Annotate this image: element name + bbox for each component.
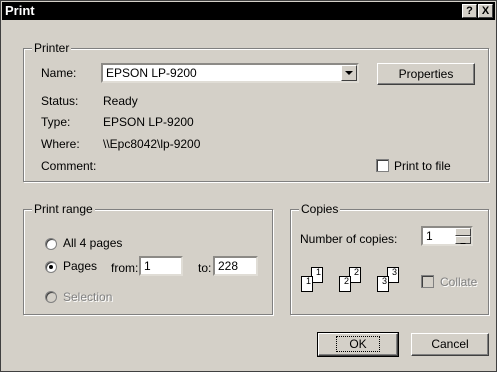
- all-pages-label[interactable]: All 4 pages: [63, 236, 122, 250]
- selection-label[interactable]: Selection: [63, 290, 112, 304]
- to-label: to:: [198, 261, 212, 275]
- collate-page-front: 1: [301, 276, 313, 292]
- type-value: EPSON LP-9200: [103, 115, 194, 129]
- number-of-copies-label: Number of copies:: [300, 232, 398, 246]
- arrow-down-icon: [460, 243, 466, 244]
- spinner-up-button[interactable]: [455, 228, 471, 239]
- radio-pages[interactable]: [45, 261, 57, 273]
- type-label: Type:: [41, 115, 71, 129]
- from-value: 1: [144, 259, 151, 273]
- title-bar[interactable]: Print ? X: [2, 2, 495, 20]
- close-button[interactable]: X: [478, 4, 493, 18]
- print-to-file-label[interactable]: Print to file: [394, 159, 451, 173]
- where-value: \\Epc8042\lp-9200: [103, 137, 201, 151]
- copies-group: Copies: [290, 202, 489, 315]
- cancel-button[interactable]: Cancel: [411, 333, 489, 356]
- printer-name-label: Name:: [41, 66, 77, 80]
- to-input[interactable]: 228: [213, 256, 258, 276]
- collate-label[interactable]: Collate: [440, 275, 477, 289]
- from-input[interactable]: 1: [139, 256, 183, 276]
- status-label: Status:: [41, 94, 79, 108]
- print-dialog: Print ? X Printer Name: EPSON LP-9200 Pr…: [0, 0, 497, 372]
- ok-button[interactable]: OK: [317, 332, 399, 357]
- printer-name-value: EPSON LP-9200: [106, 66, 197, 80]
- where-label: Where:: [41, 137, 80, 151]
- to-value: 228: [218, 259, 239, 273]
- radio-selected-dot: [49, 265, 53, 269]
- collate-page-front: 3: [377, 276, 389, 292]
- copies-group-label: Copies: [299, 202, 341, 216]
- properties-button[interactable]: Properties: [377, 63, 475, 85]
- cancel-button-label: Cancel: [431, 337, 469, 351]
- printer-name-dropdown[interactable]: EPSON LP-9200: [101, 63, 359, 83]
- printer-group-label: Printer: [32, 41, 72, 55]
- copies-spinner[interactable]: 1: [421, 226, 473, 246]
- chevron-down-icon: [345, 71, 353, 75]
- radio-all-pages[interactable]: [45, 238, 57, 250]
- comment-label: Comment:: [41, 159, 97, 173]
- radio-selection[interactable]: [45, 291, 57, 303]
- pages-label[interactable]: Pages: [63, 259, 97, 273]
- spinner-down-button[interactable]: [455, 236, 471, 244]
- help-button[interactable]: ?: [462, 4, 477, 18]
- from-label: from:: [111, 261, 139, 275]
- status-value: Ready: [103, 94, 138, 108]
- collate-checkbox[interactable]: [421, 275, 434, 288]
- collate-page-front: 2: [339, 276, 351, 292]
- properties-button-label: Properties: [398, 67, 454, 81]
- print-range-group-label: Print range: [32, 202, 95, 216]
- print-to-file-checkbox[interactable]: [376, 159, 389, 172]
- dialog-title: Print: [5, 3, 35, 18]
- dropdown-arrow-button[interactable]: [341, 65, 357, 81]
- ok-button-label: OK: [336, 336, 380, 352]
- copies-value: 1: [426, 229, 433, 243]
